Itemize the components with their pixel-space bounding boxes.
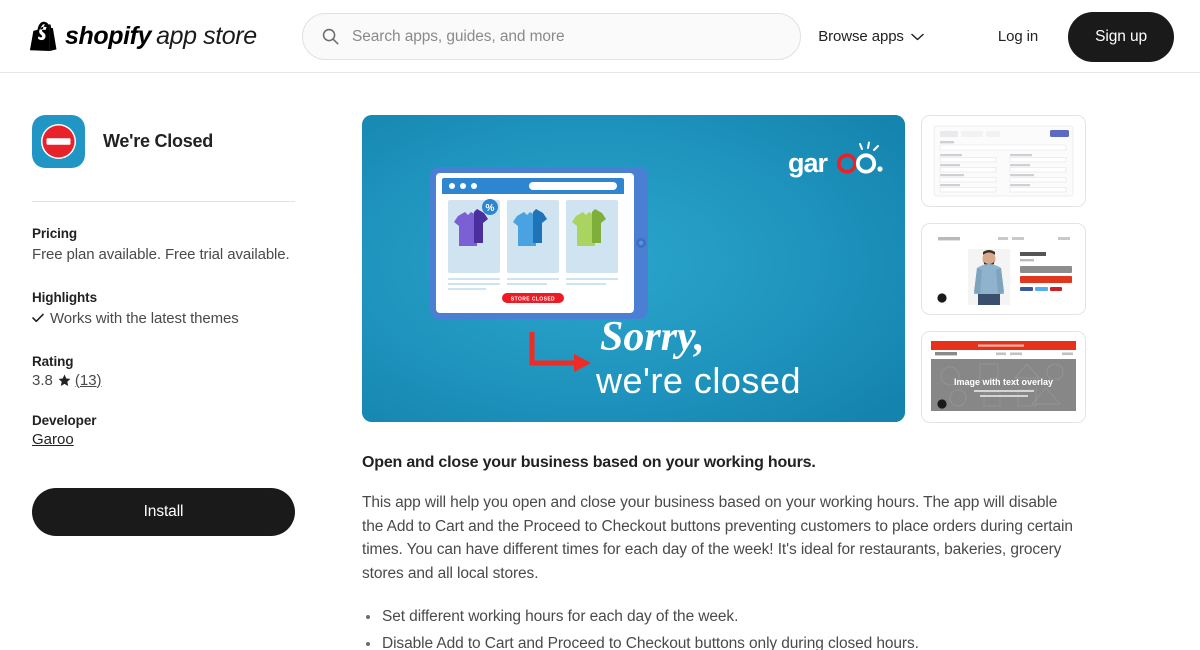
header-actions: Browse apps Log in Sign up	[808, 0, 1174, 73]
highlights-label: Highlights	[32, 289, 97, 305]
review-count-link[interactable]: (13)	[75, 372, 102, 389]
install-button[interactable]: Install	[32, 487, 295, 536]
app-title: We're Closed	[103, 131, 213, 151]
description-title: Open and close your business based on yo…	[362, 454, 816, 471]
svg-text:gar: gar	[788, 148, 829, 178]
shopify-app-store-wordmark: shopify app store	[65, 21, 257, 50]
browse-apps-label: Browse apps	[818, 28, 904, 45]
svg-text:we're closed: we're closed	[595, 360, 801, 401]
rating-block: Rating 3.8 (13)	[32, 354, 327, 389]
signup-button[interactable]: Sign up	[1068, 11, 1174, 62]
highlight-text: Works with the latest themes	[50, 309, 239, 327]
media-gallery: % STORE CLOSED gar Sorry, we're closed I…	[362, 115, 1092, 423]
thumbnail-app-settings-form[interactable]	[921, 115, 1086, 207]
check-icon	[32, 313, 44, 322]
site-header: shopifyapp store Browse apps Log in Sign…	[0, 0, 1200, 73]
rating-value: 3.8 (13)	[32, 372, 327, 389]
app-header: We're Closed	[32, 115, 327, 168]
list-item: Set different working hours for each day…	[362, 604, 1092, 631]
svg-text:%: %	[486, 203, 495, 214]
sidebar-divider	[32, 201, 295, 202]
thumbnail-column: Image with text overlay	[921, 115, 1086, 423]
developer-label: Developer	[32, 412, 97, 428]
browse-apps-menu[interactable]: Browse apps	[808, 20, 934, 53]
svg-text:Sorry,: Sorry,	[600, 314, 705, 360]
login-link[interactable]: Log in	[986, 20, 1050, 53]
app-main-content: % STORE CLOSED gar Sorry, we're closed I…	[362, 115, 1092, 650]
rating-label: Rating	[32, 353, 74, 369]
thumbnail-storefront-banner-image: Image with text overlay	[922, 332, 1085, 422]
shopify-app-store-logo[interactable]: shopify app store	[30, 21, 257, 51]
rating-score: 3.8	[32, 371, 53, 389]
app-icon-no-entry	[32, 115, 85, 168]
highlight-item: Works with the latest themes	[32, 308, 327, 330]
pricing-block: Pricing Free plan available. Free trial …	[32, 226, 327, 266]
highlights-block: Highlights Works with the latest themes	[32, 290, 327, 330]
page-body: We're Closed Pricing Free plan available…	[0, 73, 1200, 650]
thumbnail-app-settings-image	[922, 116, 1085, 206]
search-bar[interactable]	[302, 13, 801, 60]
search-box[interactable]	[302, 13, 801, 60]
feature-bullet-list: Set different working hours for each day…	[362, 604, 1092, 650]
developer-block: Developer Garoo	[32, 413, 327, 449]
pricing-value: Free plan available. Free trial availabl…	[32, 246, 290, 263]
thumbnail-product-page[interactable]	[921, 223, 1086, 315]
logo-app-store-text: app store	[156, 21, 257, 50]
logo-shopify-text: shopify	[65, 21, 152, 50]
description-body: This app will help you open and close yo…	[362, 494, 1073, 582]
list-item: Disable Add to Cart and Proceed to Check…	[362, 631, 1092, 650]
thumbnail-product-page-image	[922, 224, 1085, 314]
svg-text:STORE CLOSED: STORE CLOSED	[511, 297, 555, 303]
thumbnail-overlay-text: Image with text overlay	[954, 377, 1053, 387]
hero-media-sorry-we-are-closed[interactable]: % STORE CLOSED gar Sorry, we're closed	[362, 115, 905, 422]
star-icon	[58, 374, 71, 386]
shopify-bag-icon	[30, 21, 57, 51]
hero-illustration: % STORE CLOSED gar Sorry, we're closed	[362, 115, 905, 422]
developer-link[interactable]: Garoo	[32, 431, 74, 448]
thumbnail-storefront-banner[interactable]: Image with text overlay	[921, 331, 1086, 423]
chevron-down-icon	[911, 33, 924, 40]
pricing-label: Pricing	[32, 226, 78, 241]
search-icon	[322, 28, 339, 45]
search-input[interactable]	[352, 27, 782, 46]
app-sidebar: We're Closed Pricing Free plan available…	[32, 115, 327, 650]
